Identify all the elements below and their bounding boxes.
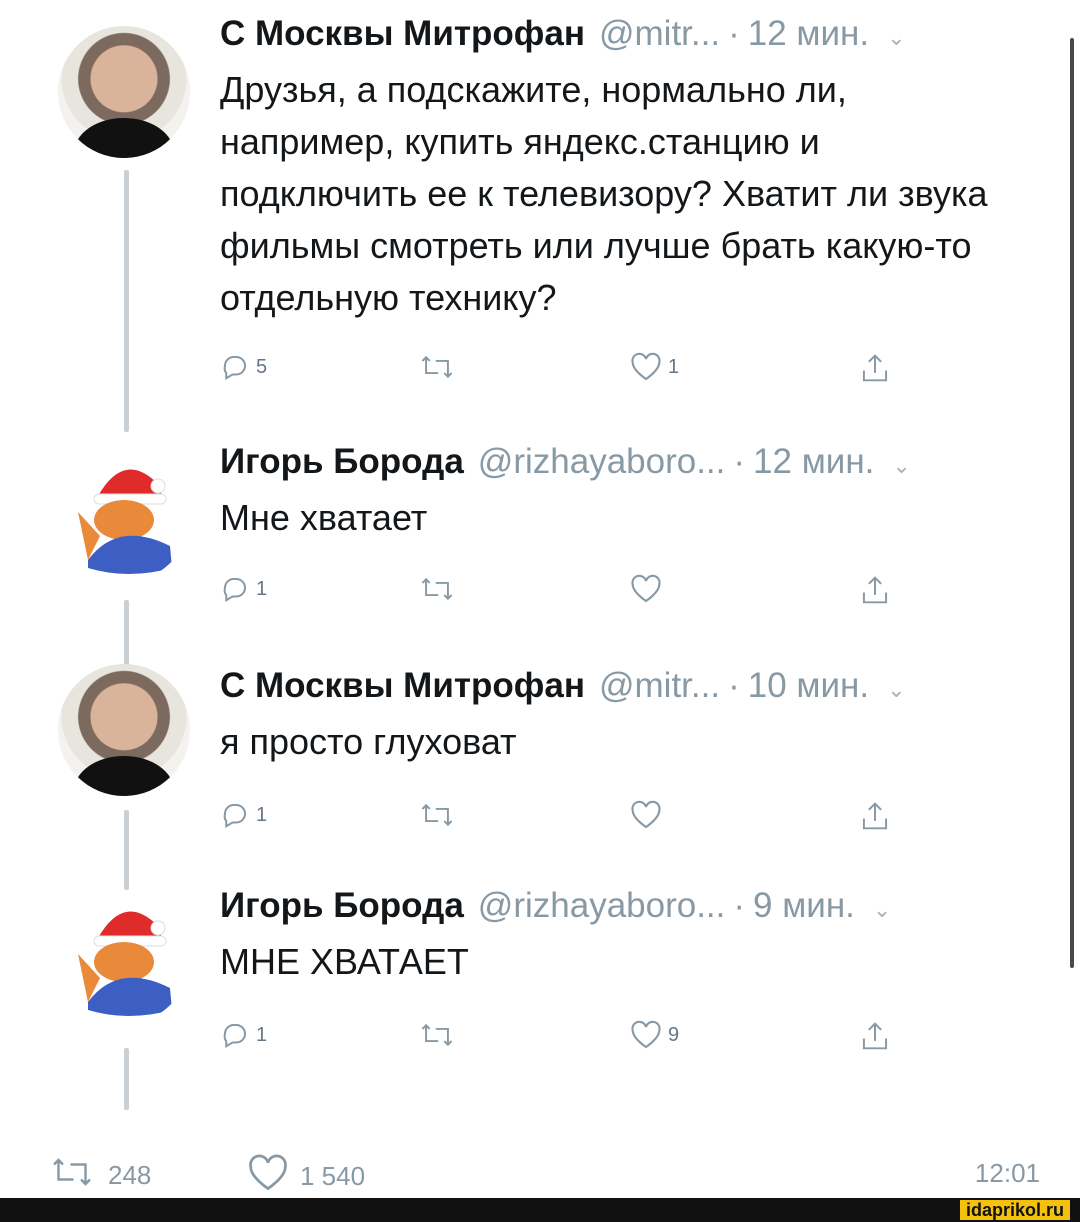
heart-icon — [246, 1154, 290, 1199]
reply-button[interactable]: 1 — [220, 1020, 267, 1050]
reply-count: 5 — [256, 355, 268, 378]
total-retweets[interactable]: 248 — [46, 1154, 151, 1197]
thread-line — [124, 600, 129, 670]
scrollbar[interactable] — [1070, 38, 1074, 968]
avatar[interactable] — [58, 664, 190, 796]
tweet-text: Мне хватает — [220, 497, 428, 538]
retweet-icon — [420, 800, 454, 830]
share-icon — [860, 574, 890, 606]
reply-icon — [220, 574, 250, 604]
chevron-down-icon[interactable]: ⌄ — [892, 444, 910, 488]
reply-icon — [220, 1020, 250, 1050]
separator-dot: · — [728, 14, 740, 53]
reply-icon — [220, 800, 250, 830]
heart-icon — [630, 352, 662, 382]
reply-count: 1 — [256, 1023, 268, 1046]
retweet-button[interactable] — [420, 574, 454, 604]
retweet-total: 248 — [108, 1160, 152, 1190]
share-icon — [860, 1020, 890, 1052]
bottom-bar — [0, 1198, 1080, 1222]
thread-footer: 248 1 540 12:01 — [46, 1150, 1040, 1200]
author-name[interactable]: С Москвы Митрофан — [220, 664, 585, 708]
tweet-time[interactable]: 12 мин. — [753, 440, 874, 484]
tweet-time[interactable]: 9 мин. — [753, 884, 855, 928]
author-name[interactable]: Игорь Борода — [220, 440, 464, 484]
share-button[interactable] — [860, 574, 890, 606]
tweet-text: Друзья, а подскажите, нормально ли, напр… — [220, 69, 988, 318]
separator-dot: · — [728, 666, 740, 705]
total-likes[interactable]: 1 540 — [246, 1154, 365, 1199]
tweet-actions: 1 — [220, 800, 940, 844]
share-icon — [860, 352, 890, 384]
retweet-icon — [420, 352, 454, 382]
heart-icon — [630, 800, 662, 830]
share-icon — [860, 800, 890, 832]
retweet-icon — [420, 574, 454, 604]
like-count: 9 — [668, 1023, 680, 1046]
chevron-down-icon[interactable]: ⌄ — [887, 16, 905, 60]
like-count: 1 — [668, 355, 680, 378]
retweet-button[interactable] — [420, 1020, 454, 1050]
tweet-actions: 1 — [220, 574, 940, 618]
retweet-icon — [46, 1154, 98, 1197]
tweet-actions: 1 9 — [220, 1020, 940, 1064]
watermark: idaprikol.ru — [959, 1200, 1070, 1220]
reply-icon — [220, 352, 250, 382]
author-handle[interactable]: @rizhayaboro... — [478, 440, 726, 484]
retweet-button[interactable] — [420, 352, 454, 382]
avatar[interactable] — [58, 450, 190, 582]
avatar[interactable] — [58, 892, 190, 1024]
heart-icon — [630, 1020, 662, 1050]
reply-count: 1 — [256, 577, 268, 600]
like-button[interactable]: 1 — [630, 352, 679, 382]
share-button[interactable] — [860, 1020, 890, 1052]
reply-button[interactable]: 5 — [220, 352, 267, 382]
tweet-text: МНЕ ХВАТАЕТ — [220, 941, 469, 982]
thread-line — [124, 170, 129, 432]
separator-dot: · — [733, 442, 746, 481]
clock: 12:01 — [974, 1158, 1040, 1188]
author-handle[interactable]: @mitr... — [599, 664, 720, 708]
like-button[interactable]: 9 — [630, 1020, 679, 1050]
reply-button[interactable]: 1 — [220, 800, 267, 830]
retweet-icon — [420, 1020, 454, 1050]
reply-count: 1 — [256, 803, 268, 826]
author-name[interactable]: С Москвы Митрофан — [220, 12, 585, 56]
share-button[interactable] — [860, 800, 890, 832]
tweet-thread: С Москвы Митрофан @mitr... · 12 мин. ⌄ Д… — [0, 0, 1080, 1222]
tweet-actions: 5 1 — [220, 352, 940, 396]
thread-line — [124, 1048, 129, 1110]
like-button[interactable] — [630, 574, 662, 604]
avatar[interactable] — [58, 26, 190, 158]
tweet-time[interactable]: 10 мин. — [748, 664, 869, 708]
retweet-button[interactable] — [420, 800, 454, 830]
separator-dot: · — [733, 886, 746, 925]
share-button[interactable] — [860, 352, 890, 384]
author-handle[interactable]: @rizhayaboro... — [478, 884, 726, 928]
author-name[interactable]: Игорь Борода — [220, 884, 464, 928]
tweet-text: я просто глуховат — [220, 721, 517, 762]
tweet-time[interactable]: 12 мин. — [748, 12, 869, 56]
reply-button[interactable]: 1 — [220, 574, 267, 604]
author-handle[interactable]: @mitr... — [599, 12, 720, 56]
chevron-down-icon[interactable]: ⌄ — [873, 888, 891, 932]
thread-line — [124, 810, 129, 890]
chevron-down-icon[interactable]: ⌄ — [887, 668, 905, 712]
like-button[interactable] — [630, 800, 662, 830]
like-total: 1 540 — [300, 1161, 366, 1191]
heart-icon — [630, 574, 662, 604]
